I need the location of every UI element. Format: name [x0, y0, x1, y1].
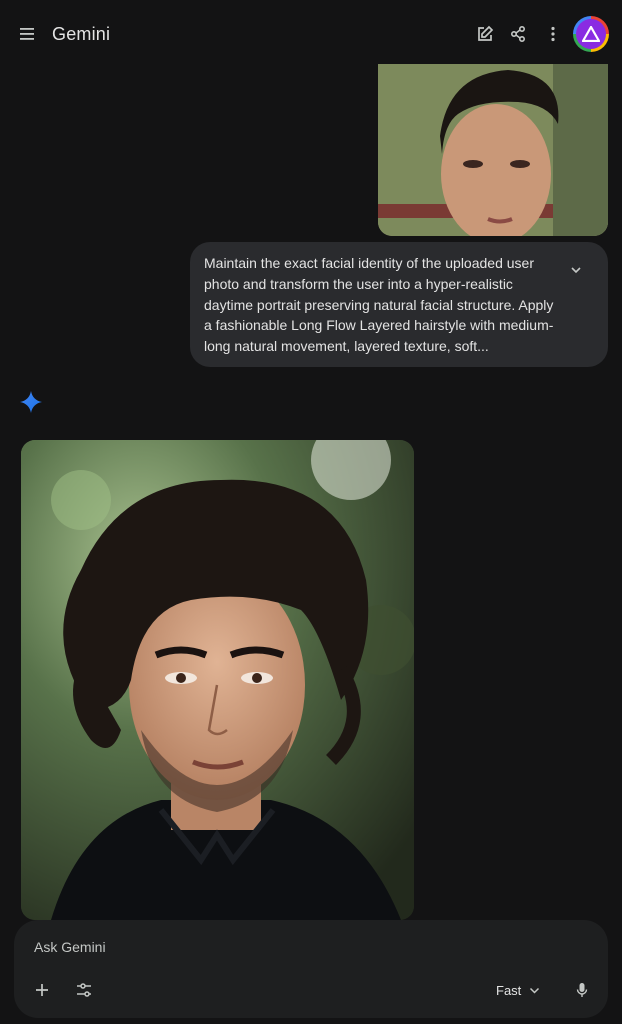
- more-options-button[interactable]: [539, 20, 567, 48]
- tools-button[interactable]: [72, 978, 96, 1002]
- uploaded-user-photo[interactable]: [378, 64, 608, 236]
- mic-icon: [576, 982, 588, 998]
- microphone-button[interactable]: [570, 978, 594, 1002]
- user-prompt-bubble: Maintain the exact facial identity of th…: [190, 242, 608, 367]
- app-title: Gemini: [52, 24, 111, 44]
- model-selector[interactable]: Fast: [496, 978, 540, 1002]
- gemini-spark-icon: [20, 391, 42, 413]
- chevron-down-icon: [570, 266, 582, 274]
- share-button[interactable]: [504, 20, 532, 48]
- edit-icon: [476, 25, 494, 43]
- menu-icon: [20, 28, 36, 40]
- avatar-icon: [576, 19, 606, 49]
- expand-prompt-button[interactable]: [562, 258, 590, 282]
- menu-button[interactable]: [14, 20, 42, 48]
- more-vert-icon: [550, 26, 556, 42]
- generated-portrait-image[interactable]: [21, 440, 414, 920]
- tune-icon: [76, 983, 92, 997]
- plus-icon: [35, 983, 49, 997]
- user-prompt-text: Maintain the exact facial identity of th…: [204, 255, 554, 355]
- prompt-input[interactable]: [34, 937, 474, 957]
- model-label: Fast: [496, 982, 522, 998]
- account-avatar[interactable]: [573, 16, 609, 52]
- message-composer: Fast: [14, 920, 608, 1018]
- chevron-down-icon: [529, 987, 540, 994]
- add-attachment-button[interactable]: [30, 978, 54, 1002]
- new-chat-button[interactable]: [471, 20, 499, 48]
- share-icon: [509, 25, 527, 43]
